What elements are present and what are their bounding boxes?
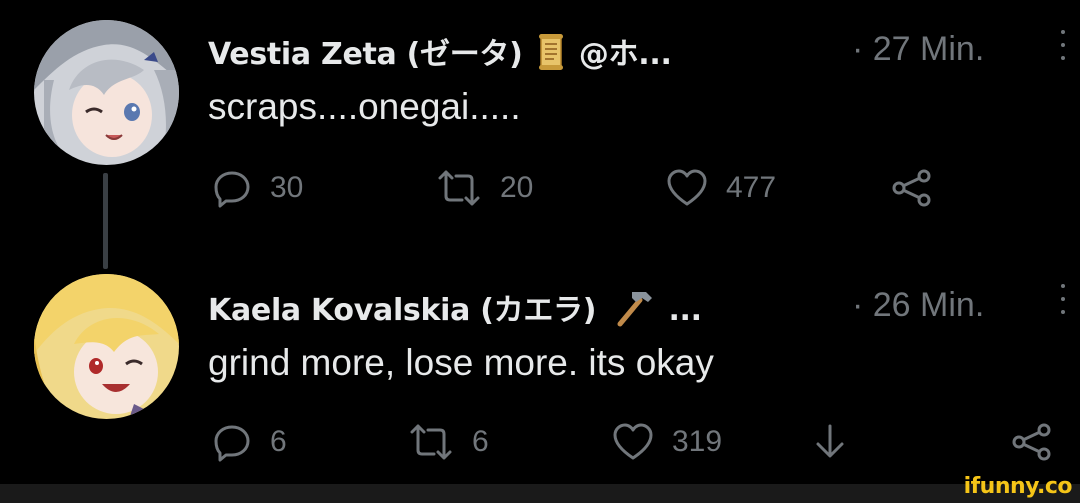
tweet-text: scraps....onegai..... (208, 86, 521, 127)
more-options-icon[interactable] (1059, 30, 1067, 60)
reply-button[interactable]: 30 (212, 168, 303, 208)
author-handle[interactable]: ... (668, 293, 702, 328)
like-count: 477 (726, 171, 777, 204)
reply-count: 30 (270, 171, 304, 204)
avatar-kaela-kovalskia[interactable] (34, 274, 179, 419)
share-icon (892, 169, 931, 207)
more-options-icon[interactable] (1059, 284, 1067, 314)
like-button[interactable]: 477 (666, 168, 776, 208)
author-name[interactable]: Kaela Kovalskia (カエラ) ... (208, 285, 702, 336)
reply-count: 6 (270, 425, 287, 458)
footer-bar (0, 484, 1080, 503)
share-icon (1012, 423, 1051, 461)
reply-icon (214, 425, 250, 462)
retweet-count: 6 (472, 425, 489, 458)
author-name[interactable]: Vestia Zeta (ゼータ) @ホ... (208, 29, 672, 80)
share-button[interactable] (890, 168, 934, 208)
tweet-timestamp[interactable]: · 26 Min. (852, 286, 984, 325)
author-name-text[interactable]: Kaela Kovalskia (カエラ) (208, 293, 596, 328)
ifunny-watermark: ifunny.co (963, 474, 1073, 499)
retweet-button[interactable]: 6 (408, 422, 489, 462)
retweet-icon (410, 424, 452, 460)
author-handle[interactable]: @ホ... (579, 37, 672, 72)
scroll-icon (537, 32, 565, 80)
share-button[interactable] (1010, 422, 1054, 462)
tweet-text: grind more, lose more. its okay (208, 342, 714, 383)
download-button[interactable] (810, 422, 850, 462)
reply-icon (214, 171, 250, 208)
retweet-count: 20 (500, 171, 534, 204)
retweet-icon (438, 170, 480, 206)
heart-icon (613, 423, 653, 460)
download-icon (816, 424, 844, 458)
avatar-vestia-zeta[interactable] (34, 20, 179, 165)
heart-icon (667, 169, 707, 206)
tweet-timestamp[interactable]: · 27 Min. (852, 30, 984, 69)
retweet-button[interactable]: 20 (436, 168, 533, 208)
like-button[interactable]: 319 (612, 422, 722, 462)
hammer-icon (610, 288, 654, 336)
like-count: 319 (672, 425, 723, 458)
reply-button[interactable]: 6 (212, 422, 287, 462)
author-name-text[interactable]: Vestia Zeta (ゼータ) (208, 37, 523, 72)
